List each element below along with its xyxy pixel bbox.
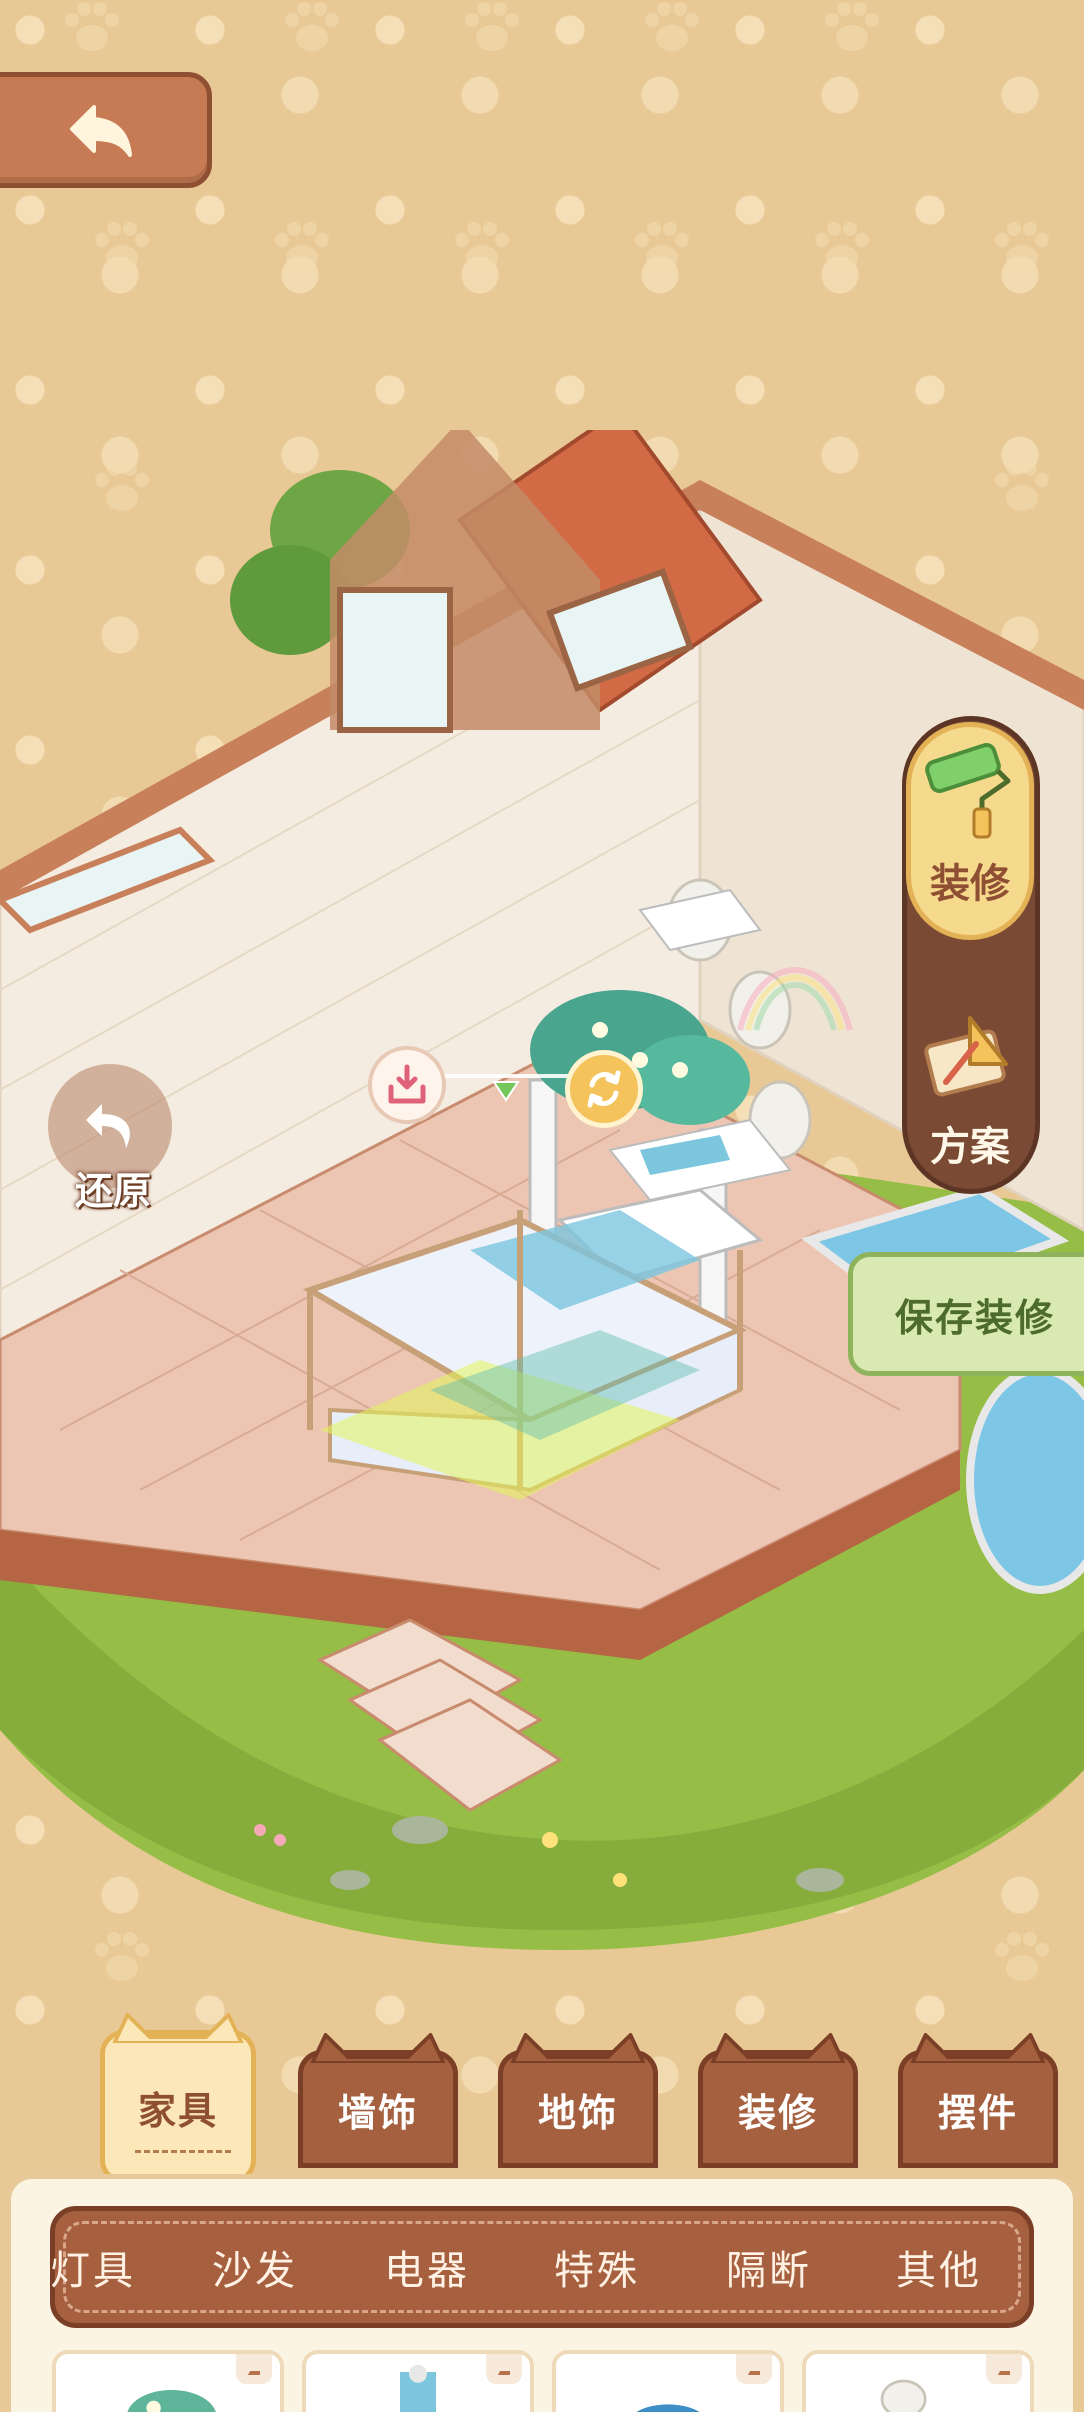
tab-renovation[interactable]: 装修	[698, 2033, 858, 2168]
drag-handle-icon[interactable]	[492, 1080, 520, 1102]
item-card[interactable]	[802, 2350, 1034, 2412]
paw-icon	[280, 0, 344, 56]
paw-icon	[630, 220, 694, 276]
paw-icon	[990, 220, 1054, 276]
owned-badge-icon	[236, 2354, 272, 2384]
rotate-icon	[587, 1070, 621, 1108]
owned-badge-icon	[486, 2354, 522, 2384]
cat-ears-icon	[910, 2033, 1046, 2063]
back-button[interactable]	[0, 72, 212, 188]
subcat-partition[interactable]: 隔断	[726, 2238, 812, 2296]
owned-badge-icon	[736, 2354, 772, 2384]
cat-ears-icon	[710, 2033, 846, 2063]
blueprint-icon	[924, 1016, 1008, 1097]
paw-icon	[820, 0, 884, 56]
tab-label: 装修	[737, 2090, 818, 2135]
tab-label: 地饰	[537, 2090, 618, 2135]
tab-furniture[interactable]: 家具	[100, 2013, 256, 2184]
tab-floor-decor[interactable]: 地饰	[498, 2033, 658, 2168]
paw-icon	[90, 220, 154, 276]
paw-icon	[460, 0, 524, 56]
paw-icon	[450, 220, 514, 276]
item-card[interactable]	[52, 2350, 284, 2412]
save-renovation-button[interactable]: 保存装修	[848, 1252, 1084, 1376]
cat-ears-icon	[510, 2033, 646, 2063]
room-illustration	[0, 407, 1084, 1950]
tab-wall-decor[interactable]: 墙饰	[298, 2033, 458, 2168]
cat-ears-icon	[112, 2013, 244, 2043]
paw-icon	[270, 220, 334, 276]
tab-ornaments[interactable]: 摆件	[898, 2033, 1058, 2168]
tab-label: 家具	[137, 2088, 218, 2133]
restore-label: 还原	[74, 1169, 151, 1213]
subcat-appliances[interactable]: 电器	[384, 2238, 470, 2296]
subcat-special[interactable]: 特殊	[554, 2238, 640, 2296]
subcat-sofa[interactable]: 沙发	[212, 2238, 298, 2296]
tab-label: 墙饰	[337, 2090, 418, 2135]
save-label: 保存装修	[895, 1295, 1056, 1340]
renovate-label: 装修	[930, 861, 1010, 907]
drag-connector	[440, 1074, 580, 1078]
item-card[interactable]	[552, 2350, 784, 2412]
back-arrow-icon	[70, 105, 132, 157]
paw-icon	[810, 220, 874, 276]
paw-icon	[60, 0, 124, 56]
subcat-lights[interactable]: 灯具	[50, 2238, 136, 2296]
owned-badge-icon	[986, 2354, 1022, 2384]
renovate-button[interactable]: 装修	[906, 722, 1034, 940]
subcategory-bar	[50, 2206, 1034, 2328]
subcat-other[interactable]: 其他	[896, 2238, 982, 2296]
tab-label: 摆件	[937, 2090, 1018, 2135]
cat-ears-icon	[310, 2033, 446, 2063]
plan-label: 方案	[930, 1124, 1010, 1170]
plan-button[interactable]: 方案	[906, 980, 1034, 1198]
paint-roller-icon	[925, 742, 1011, 839]
rotate-item-button[interactable]	[565, 1050, 643, 1128]
store-item-button[interactable]	[368, 1046, 446, 1124]
stitch-border	[63, 2221, 1021, 2313]
room-scene[interactable]	[0, 407, 1084, 2010]
item-card[interactable]	[302, 2350, 534, 2412]
undo-icon	[86, 1104, 130, 1148]
store-download-icon	[388, 1064, 426, 1104]
stitch-divider	[135, 2150, 231, 2153]
paw-icon	[640, 0, 704, 56]
